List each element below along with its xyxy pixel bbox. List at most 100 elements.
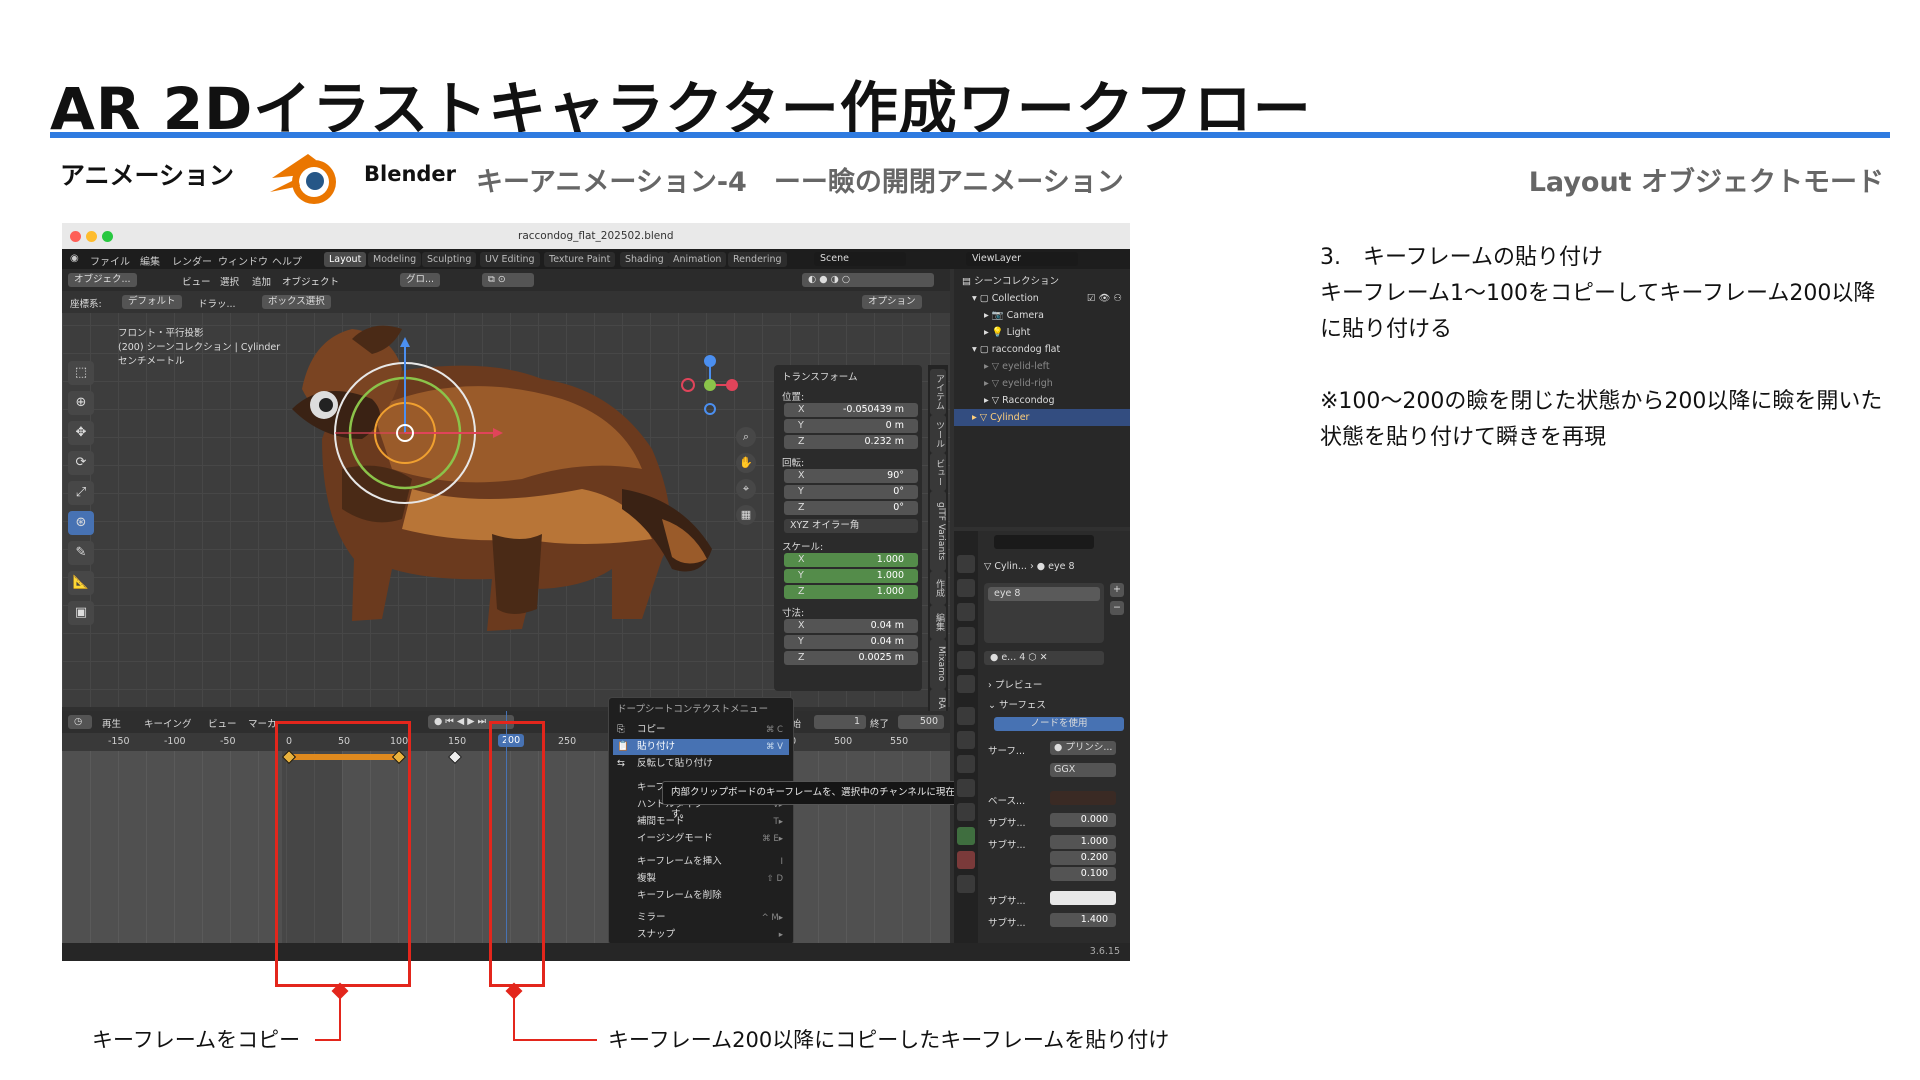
subsurface-color-swatch[interactable]	[1050, 891, 1116, 905]
grid-icon[interactable]: ▦	[736, 505, 756, 525]
base-color-swatch[interactable]	[1050, 791, 1116, 805]
outliner-row-raccondog-flat[interactable]: ▾ ▢ raccondog flat	[954, 341, 1130, 358]
location-z-field[interactable]: Z 0.232 m	[784, 435, 918, 449]
tab-sculpting[interactable]: Sculpting	[422, 252, 477, 267]
transform-orientation-dropdown[interactable]: グロ...	[400, 273, 441, 287]
render-props-icon[interactable]	[957, 579, 975, 597]
tab-create[interactable]: 作成	[930, 571, 946, 605]
cursor-tool-icon[interactable]: ⊕	[68, 391, 94, 415]
constraints-props-icon[interactable]	[957, 803, 975, 821]
3d-viewport[interactable]: オブジェク... ビュー 選択 追加 オブジェクト グロ... ⧉ ⊙ ◐ ● …	[62, 269, 950, 707]
menu-add[interactable]: 追加	[252, 274, 271, 288]
transform-gizmo[interactable]	[300, 333, 510, 533]
view-layer-props-icon[interactable]	[957, 627, 975, 645]
menu-object[interactable]: オブジェクト	[282, 274, 339, 288]
modifier-props-icon[interactable]	[957, 731, 975, 749]
pan-hand-icon[interactable]: ✋	[736, 453, 756, 473]
preview-panel-header[interactable]: › プレビュー	[988, 677, 1042, 691]
dimension-z-field[interactable]: Z 0.0025 m	[784, 651, 918, 665]
menu-view[interactable]: ビュー	[182, 274, 211, 288]
material-datablock[interactable]: ● e... 4 ⬡ ✕	[984, 651, 1104, 665]
scale-z-field[interactable]: Z 1.000	[784, 585, 918, 599]
tab-layout[interactable]: Layout	[324, 252, 367, 267]
menu-item-delete-keyframe[interactable]: キーフレームを削除	[613, 888, 789, 904]
tab-edit[interactable]: 編集	[930, 605, 946, 639]
start-frame-field[interactable]: 1	[814, 715, 866, 729]
outliner-row-eyelid-right[interactable]: ▸ ▽ eyelid-righ	[954, 375, 1130, 392]
menu-select[interactable]: 選択	[220, 274, 239, 288]
particles-props-icon[interactable]	[957, 755, 975, 773]
maximize-icon[interactable]	[102, 231, 113, 242]
annotate-tool-icon[interactable]: ✎	[68, 541, 94, 565]
scale-x-field[interactable]: X 1.000	[784, 553, 918, 567]
tool-props-icon[interactable]	[957, 555, 975, 573]
outliner-row-raccondog[interactable]: ▸ ▽ Raccondog	[954, 392, 1130, 409]
tab-item[interactable]: アイテム	[930, 369, 946, 415]
menu-item-easing[interactable]: イージングモード ⌘ E▸	[613, 831, 789, 847]
menu-item-insert-keyframe[interactable]: キーフレームを挿入 I	[613, 854, 789, 870]
tab-rendering[interactable]: Rendering	[728, 252, 787, 267]
viewlayer-selector[interactable]: ViewLayer	[966, 252, 1078, 266]
outliner-row-eyelid-left[interactable]: ▸ ▽ eyelid-left	[954, 358, 1130, 375]
use-nodes-button[interactable]: ノードを使用	[994, 717, 1124, 731]
shading-buttons[interactable]: ◐ ● ◑ ○	[802, 273, 934, 287]
location-x-field[interactable]: X -0.050439 m	[784, 403, 918, 417]
location-y-field[interactable]: Y 0 m	[784, 419, 918, 433]
subsurface-radius-b[interactable]: 0.100	[1050, 867, 1116, 881]
menu-render[interactable]: レンダー	[172, 253, 212, 268]
material-slot-item[interactable]: eye 8	[988, 587, 1100, 601]
subsurface-radius-r[interactable]: 1.000	[1050, 835, 1116, 849]
tab-view[interactable]: ビュー	[930, 453, 946, 491]
editor-type-icon[interactable]: ◷	[68, 715, 92, 729]
properties-editor[interactable]: ▽ Cylin... › ● eye 8 eye 8 + − ● e... 4 …	[954, 531, 1130, 961]
menu-item-paste[interactable]: 📋 貼り付け ⌘ V	[613, 739, 789, 755]
rotation-x-field[interactable]: X 90°	[784, 469, 918, 483]
rotation-mode-dropdown[interactable]: XYZ オイラー角	[784, 519, 918, 533]
camera-icon[interactable]: ⌖	[736, 479, 756, 499]
measure-tool-icon[interactable]: 📐	[68, 571, 94, 595]
texture-props-icon[interactable]	[957, 875, 975, 893]
blender-menu-icon[interactable]: ◉	[70, 253, 79, 264]
subsurface-radius-g[interactable]: 0.200	[1050, 851, 1116, 865]
outliner-row-light[interactable]: ▸ 💡 Light	[954, 324, 1130, 341]
snap-toggle[interactable]: ⧉ ⊙	[482, 273, 534, 287]
add-cube-tool-icon[interactable]: ▣	[68, 601, 94, 625]
tab-mixamo[interactable]: Mixamo	[930, 639, 946, 689]
box-select-dropdown[interactable]: ボックス選択	[262, 295, 331, 309]
minimize-icon[interactable]	[86, 231, 97, 242]
menu-marker[interactable]: マーカ	[248, 716, 277, 730]
select-tool-icon[interactable]: ⬚	[68, 361, 94, 385]
close-icon[interactable]	[70, 231, 81, 242]
output-props-icon[interactable]	[957, 603, 975, 621]
tab-gltf-variants[interactable]: glTF Variants	[930, 491, 946, 571]
menu-help[interactable]: ヘルプ	[272, 253, 302, 268]
subsurface-ior-field[interactable]: 1.400	[1050, 913, 1116, 927]
outliner-row-collection[interactable]: ▾ ▢ Collection ☑ 👁 ⚇	[954, 290, 1130, 307]
dimension-y-field[interactable]: Y 0.04 m	[784, 635, 918, 649]
surface-shader-dropdown[interactable]: ● プリンシ...	[1050, 741, 1116, 755]
rotate-tool-icon[interactable]: ⟳	[68, 451, 94, 475]
navigation-gizmo[interactable]	[680, 355, 740, 415]
subsurface-field[interactable]: 0.000	[1050, 813, 1116, 827]
scene-selector[interactable]: Scene	[814, 252, 906, 266]
material-props-icon[interactable]	[957, 851, 975, 869]
add-slot-button[interactable]: +	[1110, 583, 1124, 597]
material-slot-list[interactable]: eye 8	[984, 583, 1104, 643]
keyframe-150[interactable]	[447, 749, 463, 765]
menu-item-snap[interactable]: スナップ ▸	[613, 927, 789, 943]
scale-y-field[interactable]: Y 1.000	[784, 569, 918, 583]
tab-modeling[interactable]: Modeling	[368, 252, 422, 267]
coord-dropdown[interactable]: デフォルト	[122, 295, 182, 309]
zoom-icon[interactable]: ⌕	[736, 427, 756, 447]
visibility-eye-icon[interactable]: ☑ 👁 ⚇	[1087, 290, 1122, 307]
surface-panel-header[interactable]: ⌄ サーフェス	[988, 697, 1046, 711]
outliner-root[interactable]: ▤ シーンコレクション	[954, 273, 1130, 290]
menu-file[interactable]: ファイル	[90, 253, 130, 268]
menu-item-interpolation[interactable]: 補間モード T▸	[613, 814, 789, 830]
tab-tool[interactable]: ツール	[930, 415, 946, 453]
outliner[interactable]: ▤ シーンコレクション ▾ ▢ Collection ☑ 👁 ⚇ ▸ 📷 Cam…	[954, 269, 1130, 527]
menu-edit[interactable]: 編集	[140, 253, 160, 268]
tab-uv-editing[interactable]: UV Editing	[480, 252, 540, 267]
menu-view-ds[interactable]: ビュー	[208, 716, 237, 730]
object-props-icon[interactable]	[957, 707, 975, 725]
